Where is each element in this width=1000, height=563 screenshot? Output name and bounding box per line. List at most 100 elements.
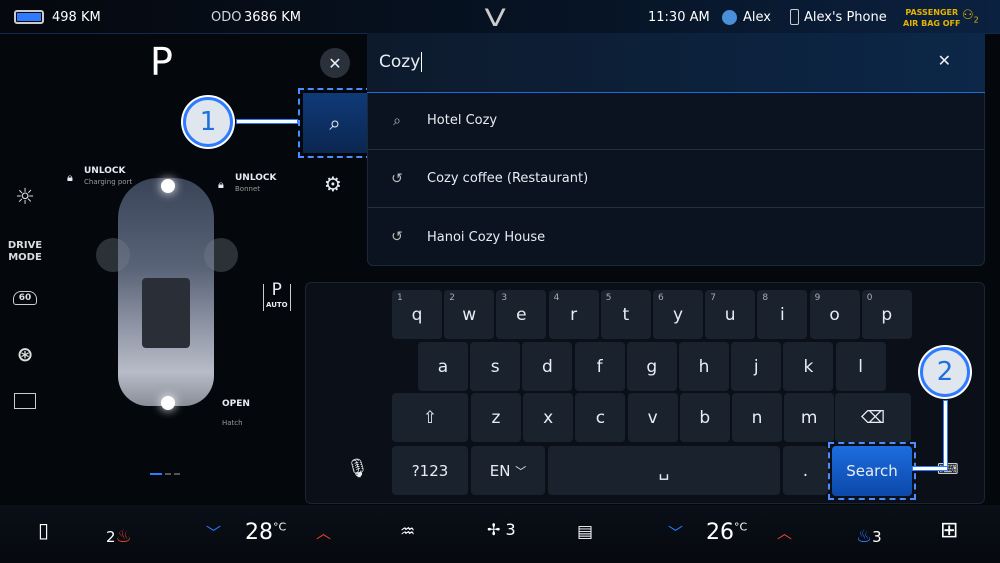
- left-temp-down[interactable]: ﹀: [206, 522, 221, 543]
- left-temp: 28°C: [245, 520, 287, 545]
- shift-key[interactable]: ⇧: [392, 393, 468, 442]
- key-t[interactable]: 5t: [600, 290, 651, 339]
- key-z[interactable]: z: [471, 393, 521, 442]
- mirror-right[interactable]: [204, 238, 238, 272]
- callout-2-line: [943, 400, 948, 470]
- microphone-icon[interactable]: 🎙︎: [346, 458, 369, 479]
- key-a[interactable]: a: [418, 342, 468, 391]
- airbag-status: PASSENGER AIR BAG OFF: [903, 8, 961, 28]
- suggestion-item[interactable]: ↺ Cozy coffee (Restaurant): [367, 150, 985, 208]
- suggestion-item[interactable]: ⌕ Hotel Cozy: [367, 92, 985, 150]
- phone-icon: [790, 9, 799, 25]
- key-e[interactable]: 3e: [496, 290, 547, 339]
- key-h[interactable]: h: [679, 342, 729, 391]
- user-name[interactable]: Alex: [743, 10, 771, 25]
- range: 498 KM: [52, 10, 101, 25]
- charging-port-status[interactable]: 🔒︎ UNLOCK Charging port: [67, 166, 132, 186]
- gear-indicator: P: [150, 40, 173, 84]
- suggestion-item[interactable]: ↺ Hanoi Cozy House: [367, 208, 985, 266]
- key-c[interactable]: c: [575, 393, 626, 442]
- left-seat-heat[interactable]: 2♨: [106, 526, 132, 547]
- airbag-icon: ⚇2: [962, 8, 979, 25]
- key-v[interactable]: v: [627, 393, 678, 442]
- key-q[interactable]: 1q: [392, 290, 442, 339]
- key-m[interactable]: m: [784, 393, 835, 442]
- hatch-handle[interactable]: [161, 396, 175, 410]
- language-key[interactable]: EN ﹀: [471, 446, 545, 495]
- key-n[interactable]: n: [732, 393, 782, 442]
- right-temp-up[interactable]: ︿: [777, 522, 792, 543]
- clock: 11:30 AM: [648, 10, 710, 25]
- key-o[interactable]: 9o: [809, 290, 860, 339]
- key-y[interactable]: 6y: [653, 290, 703, 339]
- seat-heat-icon: ♨: [115, 526, 132, 547]
- fan-speed[interactable]: ✢ 3: [487, 520, 516, 539]
- search-icon: ⌕: [303, 93, 367, 153]
- bonnet-status[interactable]: 🔒︎ UNLOCK Bonnet: [218, 173, 276, 193]
- key-j[interactable]: j: [731, 342, 782, 391]
- odo-value: 3686 KM: [244, 10, 301, 25]
- right-temp-down[interactable]: ﹀: [668, 522, 683, 543]
- page-indicator: [150, 473, 180, 475]
- right-seat-vent[interactable]: ♨3: [856, 526, 882, 547]
- user-avatar-icon[interactable]: [722, 10, 737, 25]
- brand-logo-icon: V: [484, 4, 506, 32]
- history-icon: ↺: [391, 170, 403, 187]
- hatch-status[interactable]: OPEN Hatch: [222, 391, 250, 429]
- lock-icon: 🔒︎: [218, 178, 224, 191]
- callout-2-line: [912, 466, 948, 471]
- fan-icon: ✢: [487, 520, 501, 539]
- key-d[interactable]: d: [522, 342, 573, 391]
- backspace-key[interactable]: ⌫: [835, 393, 911, 442]
- key-x[interactable]: x: [523, 393, 574, 442]
- status-bar: 498 KM ODO 3686 KM V 11:30 AM Alex Alex'…: [0, 0, 1000, 34]
- car-icon[interactable]: ▯: [38, 518, 49, 542]
- close-search-button[interactable]: ✕: [320, 48, 350, 78]
- car-top-view: [118, 178, 214, 406]
- search-icon: ⌕: [393, 112, 401, 129]
- key-l[interactable]: l: [835, 342, 886, 391]
- seat-vent-icon: ♨: [856, 526, 873, 547]
- steering-wheel-icon[interactable]: ⊛: [0, 342, 50, 366]
- search-mode-button[interactable]: ⌕: [298, 88, 372, 158]
- phone-name[interactable]: Alex's Phone: [804, 10, 887, 25]
- history-icon: ↺: [391, 229, 403, 245]
- front-defrost-icon[interactable]: ♒: [400, 522, 415, 542]
- search-key-highlight: Search: [828, 442, 916, 500]
- clear-input-icon[interactable]: ✕: [938, 51, 951, 70]
- right-temp: 26°C: [706, 520, 748, 545]
- period-key[interactable]: .: [783, 446, 828, 495]
- key-w[interactable]: 2w: [444, 290, 495, 339]
- bonnet-handle[interactable]: [161, 179, 175, 193]
- key-i[interactable]: 8i: [757, 290, 808, 339]
- rear-defrost-icon[interactable]: ▤: [577, 522, 593, 542]
- callout-2: 2: [920, 347, 970, 397]
- camera-icon[interactable]: [0, 393, 50, 412]
- key-u[interactable]: 7u: [705, 290, 756, 339]
- settings-icon[interactable]: ⚙: [324, 172, 342, 196]
- drive-mode-button[interactable]: DRIVE MODE: [0, 240, 50, 264]
- search-key[interactable]: Search: [832, 446, 912, 496]
- space-key[interactable]: ␣: [548, 446, 780, 495]
- headlight-icon[interactable]: ☼: [0, 185, 50, 210]
- key-g[interactable]: g: [626, 342, 677, 391]
- key-f[interactable]: f: [574, 342, 625, 391]
- key-k[interactable]: k: [783, 342, 834, 391]
- lock-icon: 🔒︎: [67, 171, 73, 184]
- mirror-left[interactable]: [96, 238, 130, 272]
- key-r[interactable]: 4r: [548, 290, 599, 339]
- left-temp-up[interactable]: ︿: [316, 522, 331, 543]
- key-p[interactable]: 0p: [861, 290, 912, 339]
- auto-park-button[interactable]: P AUTO: [263, 282, 291, 311]
- battery-icon: [14, 10, 44, 24]
- speed-limit-icon[interactable]: 60: [0, 291, 50, 305]
- callout-1-line: [236, 119, 298, 124]
- key-b[interactable]: b: [679, 393, 730, 442]
- chevron-down-icon: ﹀: [515, 464, 527, 478]
- odo-label: ODO: [211, 10, 242, 25]
- apps-grid-icon[interactable]: ⊞: [940, 518, 958, 543]
- callout-1: 1: [183, 97, 233, 147]
- search-input[interactable]: Cozy ✕: [367, 33, 985, 93]
- key-s[interactable]: s: [470, 342, 521, 391]
- symbols-key[interactable]: ?123: [392, 446, 468, 495]
